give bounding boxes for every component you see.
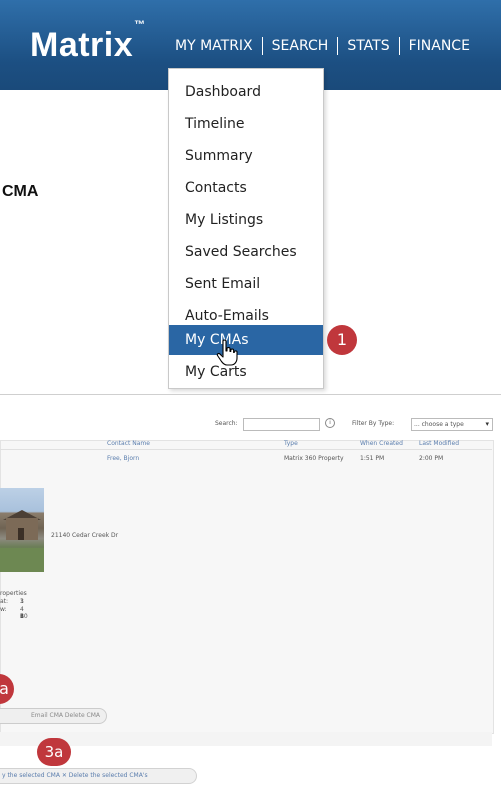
stats-heading: roperties [0,590,27,597]
nav-stats[interactable]: STATS [337,37,398,55]
chevron-down-icon: ▾ [485,420,489,428]
property-photo[interactable] [0,488,44,572]
bulk-actions[interactable]: y the selected CMA ✕ Delete the selected… [2,772,148,779]
menu-item-my-cmas[interactable]: My CMAs [169,325,323,355]
column-header-type[interactable]: Type [284,440,298,447]
menu-item-summary[interactable]: Summary [169,141,323,171]
menu-item-timeline[interactable]: Timeline [169,109,323,139]
matrix-logo[interactable]: Matrix™ [30,19,146,65]
column-header-modified[interactable]: Last Modified [419,440,459,447]
menu-item-sent-email[interactable]: Sent Email [169,269,323,299]
hand-pointer-icon [216,339,238,366]
cma-list-panel [0,440,494,734]
menu-item-my-listings[interactable]: My Listings [169,205,323,235]
header-rule [0,449,492,450]
stat-row: at: 1 [0,598,24,605]
search-input[interactable] [243,418,320,431]
last-modified: 2:00 PM [419,455,444,462]
info-icon[interactable]: i [325,418,335,428]
stat-row: w: 4 [0,605,24,613]
menu-item-dashboard[interactable]: Dashboard [169,77,323,107]
section-divider [0,394,501,395]
filter-label: Filter By Type: [352,420,395,427]
search-label: Search: [215,420,238,427]
step-badge-3a: 3a [37,738,71,766]
menu-item-saved-searches[interactable]: Saved Searches [169,237,323,267]
column-header-contact[interactable]: Contact Name [107,440,150,447]
menu-item-my-carts[interactable]: My Carts [169,357,323,387]
row-actions[interactable]: Email CMA Delete CMA [31,712,100,719]
nav-search[interactable]: SEARCH [261,37,338,55]
type-filter-value: ... choose a type [414,421,464,428]
section-heading: CMA [2,183,39,200]
property-address: 21140 Cedar Creek Dr [51,532,119,539]
top-navigation: MY MATRIX SEARCH STATS FINANCE [172,34,479,58]
column-header-created[interactable]: When Created [360,440,403,447]
nav-my-matrix[interactable]: MY MATRIX [172,37,262,55]
nav-finance[interactable]: FINANCE [398,37,479,55]
my-matrix-dropdown: Dashboard Timeline Summary Contacts My L… [168,68,324,389]
type-filter-select[interactable]: ... choose a type ▾ [411,418,493,431]
step-badge-1: 1 [327,325,357,355]
when-created: 1:51 PM [360,455,385,462]
contact-name-link[interactable]: Free, Bjorn [107,455,139,462]
menu-item-contacts[interactable]: Contacts [169,173,323,203]
stats-list: 3 at: 1 w: 4 6 2 1 1 1 1 1 1 30 [0,598,28,621]
panel-footer [0,732,492,746]
cma-type: Matrix 360 Property [284,455,344,462]
